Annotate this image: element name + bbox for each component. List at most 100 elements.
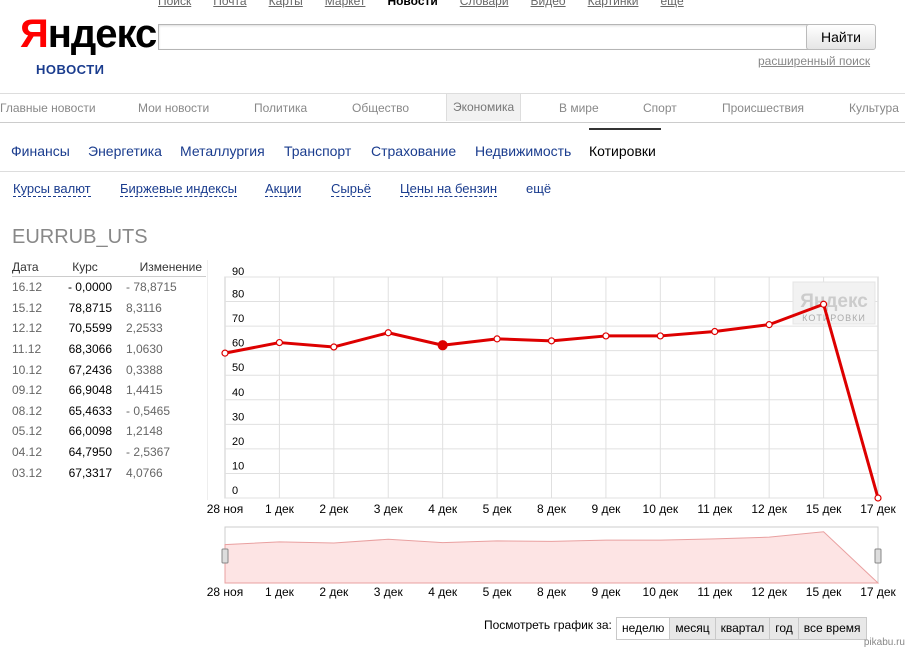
x-tick-label: 15 дек [806, 502, 842, 516]
top-nav-item[interactable]: Видео [531, 0, 566, 8]
overview-tick-label: 12 дек [751, 585, 787, 599]
site-watermark: pikabu.ru [863, 637, 905, 648]
tertiary-link[interactable]: Биржевые индексы [120, 181, 237, 197]
overview-tick-label: 4 дек [428, 585, 458, 599]
search-input[interactable] [158, 24, 809, 50]
range-handle [221, 548, 229, 564]
top-nav-item[interactable]: Поиск [158, 0, 191, 8]
data-point [656, 332, 664, 340]
top-nav-item[interactable]: Картинки [588, 0, 639, 8]
data-point [547, 337, 556, 345]
overview-tick-label: 9 дек [591, 585, 621, 599]
data-point [765, 321, 773, 329]
x-tick-label: 10 дек [643, 502, 679, 516]
yandex-logo[interactable]: Яндекс [20, 12, 157, 56]
data-point [384, 329, 392, 337]
y-tick-label: 10 [232, 460, 244, 472]
data-point [221, 349, 229, 357]
x-tick-label: 4 дек [428, 502, 458, 516]
top-nav-item[interactable]: ещё [660, 0, 683, 8]
y-tick-label: 60 [232, 338, 244, 350]
subsection-link[interactable]: Металлургия [180, 143, 265, 159]
overview-tick-label: 17 дек [860, 585, 896, 599]
top-nav-item[interactable]: Словари [460, 0, 509, 8]
top-nav: Поиск Почта Карты Маркет Новости Словари Видео… [158, 0, 706, 8]
tertiary-link[interactable]: Сырьё [331, 181, 371, 197]
x-tick-label: 1 дек [265, 502, 295, 516]
y-tick-label: 80 [232, 289, 244, 301]
section-tab[interactable]: Политика [254, 101, 307, 115]
data-point [874, 494, 882, 502]
section-tab[interactable]: Главные новости [0, 101, 96, 115]
view-range-button[interactable]: год [769, 617, 799, 640]
section-tab[interactable]: Культура [849, 101, 899, 115]
subsection-link[interactable]: Котировки [589, 143, 656, 159]
tertiary-link[interactable]: Акции [265, 181, 302, 197]
section-tab[interactable]: Экономика [446, 94, 522, 121]
x-tick-label: 2 дек [319, 502, 349, 516]
view-range-label: Посмотреть график за: [484, 618, 612, 632]
subsection-link[interactable]: Страхование [371, 143, 456, 159]
overview-tick-label: 2 дек [319, 585, 349, 599]
x-tick-label: 28 ноя [207, 502, 243, 516]
divider [0, 171, 905, 172]
tertiary-link[interactable]: Цены на бензин [400, 181, 498, 197]
ticker-title: EURRUB_UTS [12, 226, 148, 248]
top-nav-item[interactable]: Маркет [325, 0, 366, 8]
chart-watermark: ЯндексКОТИРОВКИ [792, 281, 876, 325]
subsection-link[interactable]: Финансы [11, 143, 70, 159]
overview-tick-label: 10 дек [643, 585, 679, 599]
overview-tick-label: 11 дек [697, 585, 732, 599]
rate-chart: 0 10 20 30 40 50 60 70 80 90 28 ноя 1 дек 2 дек 3 дек… [207, 266, 897, 599]
section-tab[interactable]: В мире [559, 101, 599, 115]
section-nav: Главные новости Мои новости Политика Общест… [0, 93, 905, 123]
data-point [275, 338, 284, 347]
data-point [330, 343, 338, 351]
tertiary-link[interactable]: Курсы валют [13, 181, 91, 197]
view-range-button[interactable]: неделю [616, 617, 671, 640]
subsection-link[interactable]: Недвижимость [475, 143, 571, 159]
section-tab[interactable]: Спорт [643, 101, 677, 115]
x-tick-label: 17 дек [860, 502, 896, 516]
x-tick-label: 9 дек [591, 502, 621, 516]
view-range-button[interactable]: месяц [669, 617, 716, 640]
overview-tick-label: 3 дек [374, 585, 404, 599]
data-point [493, 335, 501, 343]
section-tab[interactable]: Мои новости [138, 101, 209, 115]
section-tab[interactable]: Происшествия [722, 101, 804, 115]
subsection-link[interactable]: Транспорт [284, 143, 351, 159]
advanced-search-link[interactable]: расширенный поиск [758, 54, 870, 68]
subsection-active-indicator [589, 128, 661, 130]
y-tick-label: 50 [232, 362, 244, 374]
find-button[interactable]: Найти [806, 24, 876, 50]
view-range-button[interactable]: квартал [714, 617, 771, 640]
y-tick-label: 70 [232, 313, 244, 325]
top-nav-item[interactable]: Почта [213, 0, 246, 8]
top-nav-item[interactable]: Новости [387, 0, 437, 8]
view-range-button[interactable]: все время [797, 617, 867, 640]
highlighted-point [437, 340, 448, 351]
x-tick-label: 12 дек [751, 502, 787, 516]
subsection-link[interactable]: Энергетика [88, 143, 162, 159]
x-tick-label: 3 дек [374, 502, 404, 516]
tertiary-link[interactable]: ещё [526, 181, 551, 196]
overview-tick-label: 5 дек [483, 585, 513, 599]
overview-tick-label: 8 дек [537, 585, 567, 599]
section-tab[interactable]: Общество [352, 101, 409, 115]
overview-tick-label: 28 ноя [207, 585, 243, 599]
overview-tick-label: 15 дек [806, 585, 842, 599]
y-tick-label: 40 [232, 387, 244, 399]
data-point [819, 300, 828, 308]
logo-news-label[interactable]: НОВОСТИ [36, 62, 105, 77]
x-tick-label: 8 дек [537, 502, 567, 516]
y-tick-label: 0 [232, 485, 238, 497]
y-tick-label: 30 [232, 411, 244, 423]
x-tick-label: 5 дек [483, 502, 513, 516]
y-tick-label: 90 [232, 266, 244, 278]
overview-tick-label: 1 дек [265, 585, 295, 599]
watermark-subtitle: КОТИРОВКИ [802, 313, 866, 323]
data-point [711, 327, 719, 336]
top-nav-item[interactable]: Карты [269, 0, 303, 8]
range-handle [874, 548, 882, 564]
data-point [602, 332, 610, 340]
